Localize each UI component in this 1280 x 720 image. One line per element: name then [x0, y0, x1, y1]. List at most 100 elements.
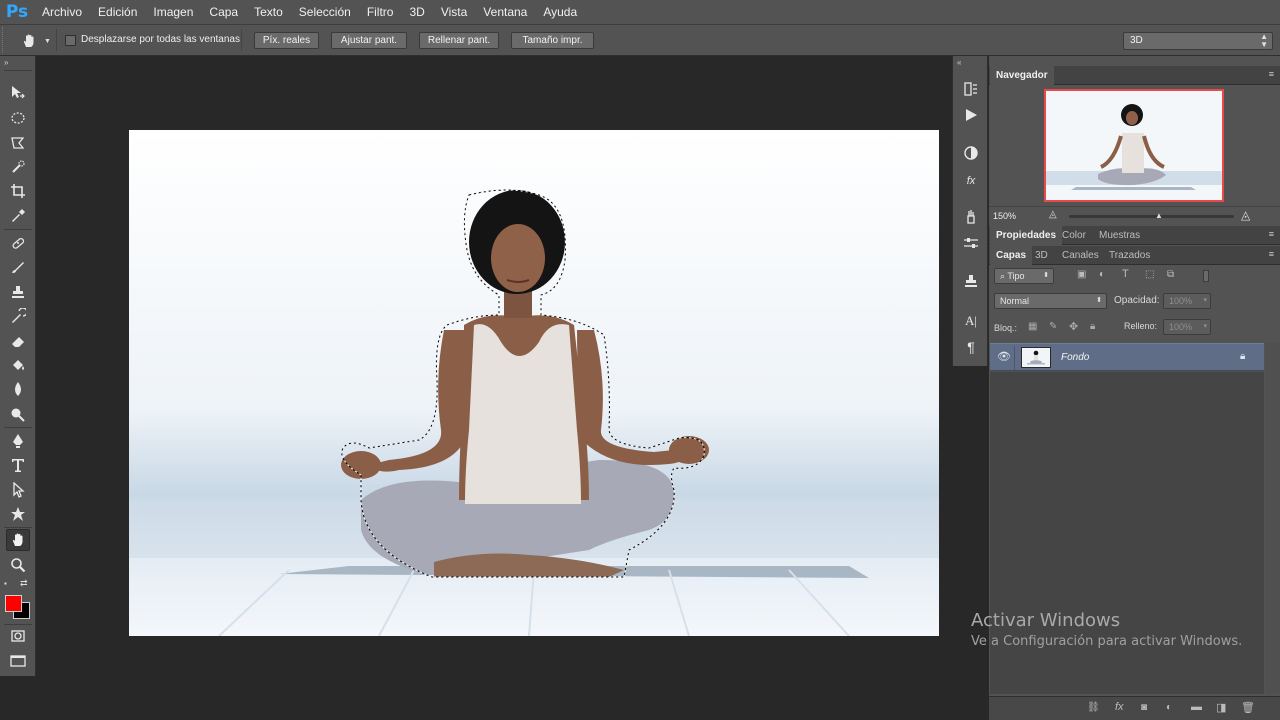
eraser-tool-icon[interactable]	[6, 330, 30, 352]
tab-canales[interactable]: Canales	[1056, 246, 1105, 265]
tab-capas[interactable]: Capas	[990, 246, 1033, 265]
layers-scrollbar[interactable]	[1265, 343, 1280, 694]
lasso-tool-icon[interactable]	[6, 132, 30, 154]
new-layer-icon[interactable]: ◨	[1216, 701, 1226, 714]
menu-seleccion[interactable]: Selección	[291, 0, 359, 24]
type-tool-icon[interactable]	[6, 454, 30, 476]
custom-shape-tool-icon[interactable]	[6, 503, 30, 525]
opacity-input[interactable]: 100% ▾	[1163, 293, 1211, 309]
default-colors-icon[interactable]: ▪	[4, 579, 7, 588]
pen-tool-icon[interactable]	[6, 430, 30, 452]
document-canvas[interactable]	[129, 130, 939, 636]
clone-source-icon[interactable]	[960, 270, 982, 292]
styles-fx-icon[interactable]: fx	[960, 170, 982, 192]
layer-style-fx-icon[interactable]: fx	[1115, 701, 1124, 713]
lock-transparent-icon[interactable]: ▦	[1028, 321, 1037, 332]
zoom-out-icon[interactable]: ◬	[1049, 209, 1057, 220]
brush-tool-icon[interactable]	[6, 256, 30, 278]
menu-edicion[interactable]: Edición	[90, 0, 145, 24]
preset-dropdown-arrow-icon[interactable]: ▼	[44, 38, 51, 45]
dodge-tool-icon[interactable]	[6, 403, 30, 425]
panel-menu-icon[interactable]: ≡	[1269, 229, 1274, 239]
filter-adjustment-icon[interactable]: ◐	[1099, 269, 1105, 280]
menu-texto[interactable]: Texto	[246, 0, 291, 24]
tab-propiedades[interactable]: Propiedades	[990, 226, 1063, 245]
blend-mode-select[interactable]: Normal ⬍	[994, 293, 1107, 309]
lock-position-icon[interactable]: ✥	[1069, 320, 1078, 333]
brush-settings-icon[interactable]	[960, 232, 982, 254]
navigator-thumbnail[interactable]	[1044, 89, 1224, 202]
actions-play-icon[interactable]	[960, 104, 982, 126]
paragraph-panel-icon[interactable]: ¶	[960, 336, 982, 358]
menu-3d[interactable]: 3D	[401, 0, 432, 24]
menu-vista[interactable]: Vista	[433, 0, 475, 24]
actual-pixels-button[interactable]: Píx. reales	[254, 32, 319, 49]
lock-image-icon[interactable]: ✎	[1049, 321, 1057, 332]
zoom-slider[interactable]	[1069, 215, 1234, 218]
tab-trazados[interactable]: Trazados	[1103, 246, 1156, 265]
hand-tool-icon[interactable]	[6, 529, 30, 551]
filter-shape-icon[interactable]: ⬚	[1145, 269, 1154, 280]
foreground-color-swatch[interactable]	[5, 595, 22, 612]
screen-mode-icon[interactable]	[6, 650, 30, 672]
hand-tool-preset-icon[interactable]	[18, 31, 40, 51]
history-panel-icon[interactable]	[960, 78, 982, 100]
marquee-tool-icon[interactable]	[6, 107, 30, 129]
fill-screen-button[interactable]: Rellenar pant.	[419, 32, 499, 49]
filter-smart-object-icon[interactable]: ⧉	[1167, 269, 1174, 280]
delete-layer-icon[interactable]: 🗑︎	[1241, 701, 1255, 714]
collapse-arrows-icon[interactable]: «	[957, 58, 961, 67]
zoom-slider-handle[interactable]: ▲	[1155, 211, 1163, 220]
brush-presets-icon[interactable]	[960, 206, 982, 228]
path-selection-tool-icon[interactable]	[6, 479, 30, 501]
menu-ayuda[interactable]: Ayuda	[535, 0, 585, 24]
layer-row-fondo[interactable]: 👁︎ Fondo 🔒︎	[990, 343, 1264, 371]
visibility-eye-icon[interactable]: 👁︎	[997, 350, 1011, 363]
grip-handle[interactable]	[2, 27, 8, 53]
healing-brush-tool-icon[interactable]	[6, 232, 30, 254]
tab-navegador[interactable]: Navegador	[990, 66, 1054, 85]
tab-3d[interactable]: 3D	[1029, 246, 1054, 265]
new-group-icon[interactable]: ▬	[1191, 701, 1202, 713]
lock-all-icon[interactable]: 🔒︎	[1090, 321, 1095, 332]
character-panel-icon[interactable]: A|	[960, 310, 982, 332]
zoom-value[interactable]: 150%	[993, 211, 1016, 221]
tab-color[interactable]: Color	[1056, 226, 1092, 245]
quick-mask-icon[interactable]	[6, 625, 30, 647]
add-mask-icon[interactable]: ◙	[1141, 702, 1147, 713]
layer-filter-select[interactable]: ⌕ Tipo ⬍	[994, 268, 1054, 284]
blur-tool-icon[interactable]	[6, 378, 30, 400]
swap-colors-icon[interactable]: ⇄	[20, 578, 28, 589]
panel-menu-icon[interactable]: ≡	[1269, 249, 1274, 259]
eyedropper-tool-icon[interactable]	[6, 205, 30, 227]
filter-toggle[interactable]	[1203, 270, 1209, 282]
collapse-arrows-icon[interactable]: »	[4, 58, 8, 67]
scroll-all-windows-checkbox[interactable]	[65, 35, 76, 46]
menu-imagen[interactable]: Imagen	[145, 0, 201, 24]
filter-pixel-icon[interactable]: ▣	[1077, 269, 1086, 280]
tab-muestras[interactable]: Muestras	[1093, 226, 1146, 245]
link-layers-icon[interactable]: ⛓	[1087, 702, 1100, 713]
fit-screen-button[interactable]: Ajustar pant.	[331, 32, 407, 49]
crop-tool-icon[interactable]	[6, 180, 30, 202]
adjustments-panel-icon[interactable]	[960, 142, 982, 164]
move-tool-icon[interactable]	[6, 82, 30, 104]
panel-menu-icon[interactable]: ≡	[1269, 69, 1274, 79]
zoom-in-icon[interactable]: ◬	[1241, 208, 1250, 222]
adjustment-layer-icon[interactable]: ◐	[1166, 702, 1172, 713]
menu-filtro[interactable]: Filtro	[359, 0, 402, 24]
workspace-select[interactable]: 3D ▲ ▼	[1123, 32, 1273, 50]
paint-bucket-tool-icon[interactable]	[6, 354, 30, 376]
navigator-preview-image	[1046, 91, 1222, 200]
clone-stamp-tool-icon[interactable]	[6, 281, 30, 303]
filter-type-icon[interactable]: T	[1122, 268, 1129, 280]
menu-capa[interactable]: Capa	[201, 0, 246, 24]
quick-selection-tool-icon[interactable]	[6, 156, 30, 178]
history-brush-tool-icon[interactable]	[6, 305, 30, 327]
zoom-tool-icon[interactable]	[6, 554, 30, 576]
print-size-button[interactable]: Tamaño impr.	[511, 32, 594, 49]
fill-input[interactable]: 100% ▾	[1163, 319, 1211, 335]
layer-name[interactable]: Fondo	[1061, 352, 1089, 363]
menu-ventana[interactable]: Ventana	[475, 0, 535, 24]
menu-archivo[interactable]: Archivo	[34, 0, 90, 24]
